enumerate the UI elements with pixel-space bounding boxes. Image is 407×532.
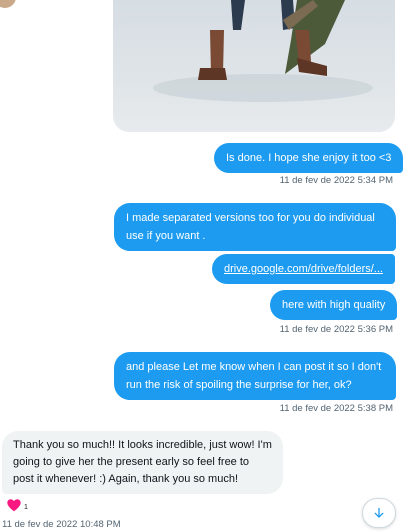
timestamp: 11 de fev de 2022 5:38 PM <box>279 403 393 414</box>
sent-message[interactable]: here with high quality <box>270 290 398 320</box>
image-message[interactable] <box>113 0 395 132</box>
timestamp: 11 de fev de 2022 10:48 PM <box>2 519 121 530</box>
sent-message[interactable]: and please Let me know when I can post i… <box>114 352 396 400</box>
illustration-image <box>153 0 373 102</box>
scroll-to-bottom-button[interactable] <box>362 498 396 528</box>
sent-link-message[interactable]: drive.google.com/drive/folders/... <box>212 254 395 284</box>
arrow-down-icon <box>374 507 384 518</box>
received-message[interactable]: Thank you so much!! It looks incredible,… <box>2 431 283 494</box>
reaction-count: 1 <box>24 503 28 511</box>
sent-message[interactable]: Is done. I hope she enjoy it too <3 <box>214 143 404 173</box>
timestamp: 11 de fev de 2022 5:34 PM <box>279 175 393 186</box>
reaction-badge[interactable]: 1 <box>2 494 32 516</box>
sent-message[interactable]: I made separated versions too for you do… <box>114 203 396 251</box>
heart-icon <box>7 499 21 512</box>
timestamp: 11 de fev de 2022 5:36 PM <box>279 324 393 335</box>
avatar[interactable] <box>0 0 16 8</box>
